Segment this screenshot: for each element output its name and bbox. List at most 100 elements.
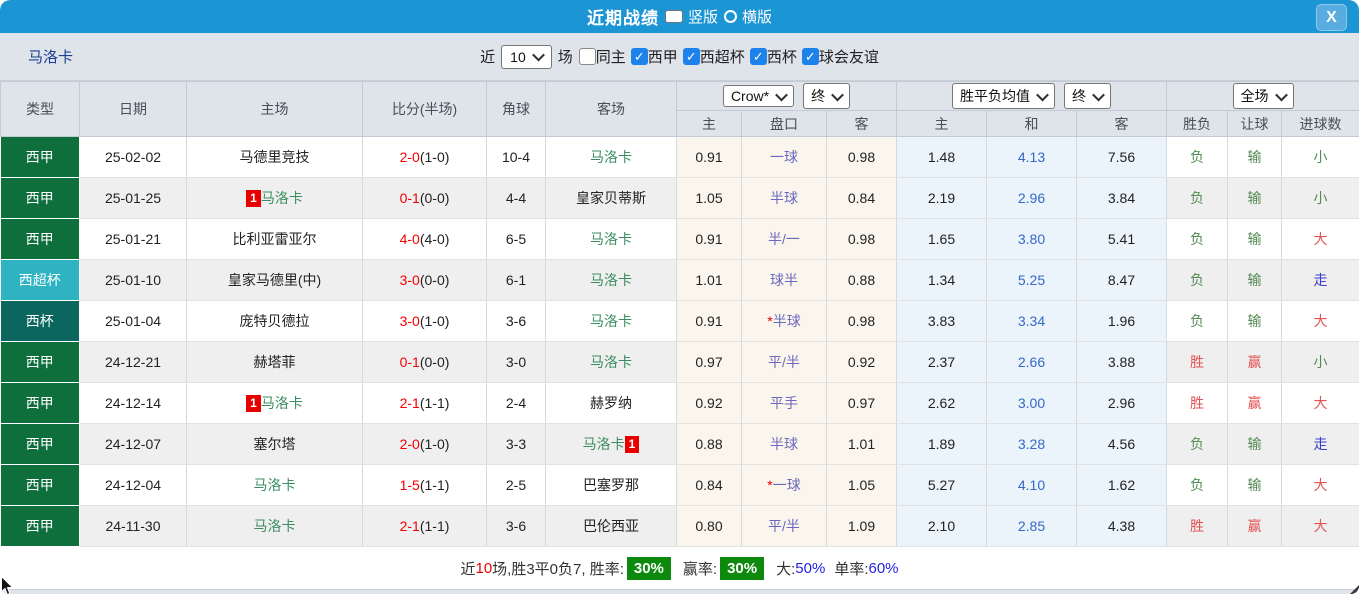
sub-col-result: 胜负 xyxy=(1166,110,1228,137)
checkbox-checked-icon[interactable]: ✓ xyxy=(801,48,819,65)
red-card-badge: 1 xyxy=(624,436,640,453)
avg-type-select[interactable]: 胜平负均值 xyxy=(952,83,1055,109)
handicap-value: 平/半 xyxy=(768,354,800,370)
filter-label: 西杯 xyxy=(766,49,797,66)
odds-home-cell: 0.80 xyxy=(676,505,742,547)
score-cell: 2-1(1-1) xyxy=(362,505,487,547)
handicap-cell: 平/半 xyxy=(741,505,827,547)
avg-home-cell: 1.34 xyxy=(896,259,987,301)
team-name: 庞特贝德拉 xyxy=(239,313,310,329)
result-row: 西超杯 25-01-10 皇家马德里(中) 3-0(0-0) 6-1 马洛卡 1.01 球半 0… xyxy=(0,259,1359,301)
result-row: 西甲 24-11-30 马洛卡 2-1(1-1) 3-6 巴伦西亚 0.80 平/半 1.09 2… xyxy=(0,505,1359,547)
handicap-cell: 半球 xyxy=(741,177,827,219)
scope-select[interactable]: 全场 xyxy=(1232,83,1294,109)
filter-西杯[interactable]: ✓ 西杯 xyxy=(749,46,797,67)
avg-type-value: 胜平负均值 xyxy=(960,88,1030,104)
corners-cell: 6-5 xyxy=(486,218,546,260)
resize-grip-icon[interactable] xyxy=(1348,585,1359,594)
home-team-cell: 1 马洛卡 xyxy=(186,177,363,219)
recent-count-value: 10 xyxy=(510,48,526,65)
filter-label: 西甲 xyxy=(647,49,678,66)
checkbox-unchecked-icon[interactable] xyxy=(578,48,596,65)
half-time-score: (1-0) xyxy=(419,436,450,452)
result-cell: 负 xyxy=(1166,464,1228,506)
date-cell: 24-12-21 xyxy=(79,341,187,383)
checkbox-checked-icon[interactable]: ✓ xyxy=(630,48,648,65)
filter-同主[interactable]: 同主 xyxy=(578,46,626,67)
date-cell: 24-12-04 xyxy=(79,464,187,506)
odds-home-cell: 1.01 xyxy=(676,259,742,301)
filter-西甲[interactable]: ✓ 西甲 xyxy=(630,46,678,67)
goals-result-cell: 大 xyxy=(1281,382,1359,424)
summary-bar: 近 10 场,胜3平0负7, 胜率: 30% 赢率: 30% 大: 50% 单率: 60… xyxy=(0,547,1359,589)
col-score: 比分(半场) xyxy=(362,81,487,137)
goals-result-cell: 小 xyxy=(1281,177,1359,219)
goals-result-cell: 大 xyxy=(1281,300,1359,342)
handicap-result-cell: 输 xyxy=(1227,177,1282,219)
avg-draw-cell: 2.96 xyxy=(986,177,1077,219)
view-option-vertical[interactable]: 竖版 xyxy=(664,6,718,27)
close-button[interactable]: X xyxy=(1316,4,1347,31)
team-name: 马洛卡 xyxy=(260,190,303,206)
date-cell: 25-01-21 xyxy=(79,218,187,260)
col-away: 客场 xyxy=(545,81,677,137)
chevron-down-icon xyxy=(1092,88,1105,101)
view-option-horizontal[interactable]: 横版 xyxy=(724,6,772,27)
odds-time-select[interactable]: 终 xyxy=(803,83,851,109)
goals-result-cell: 走 xyxy=(1281,259,1359,301)
radio-unselected-icon[interactable] xyxy=(724,10,737,23)
single-rate: 60% xyxy=(868,559,899,577)
avg-home-cell: 1.89 xyxy=(896,423,987,465)
odds-company-select[interactable]: Crow* xyxy=(722,85,795,107)
full-time-score: 2-0 xyxy=(399,436,420,452)
handicap-cell: 平/半 xyxy=(741,341,827,383)
team-name: 马洛卡 xyxy=(590,149,632,165)
filter-西超杯[interactable]: ✓ 西超杯 xyxy=(682,46,745,67)
goals-result-cell: 大 xyxy=(1281,464,1359,506)
home-team-cell: 塞尔塔 xyxy=(186,423,363,465)
red-card-badge: 1 xyxy=(246,395,261,412)
handicap-value: 平手 xyxy=(770,395,798,411)
away-team-cell: 皇家贝蒂斯 xyxy=(545,177,677,219)
recent-count-select[interactable]: 10 xyxy=(501,44,552,69)
checkbox-checked-icon[interactable]: ✓ xyxy=(682,48,700,65)
avg-home-cell: 2.37 xyxy=(896,341,987,383)
filter-label: 西超杯 xyxy=(699,49,745,66)
avg-away-cell: 3.88 xyxy=(1076,341,1167,383)
single-label: 单率: xyxy=(834,560,869,578)
avg-group-header: 胜平负均值 终 xyxy=(896,81,1167,111)
away-team-cell: 赫罗纳 xyxy=(545,382,677,424)
team-title: 马洛卡 xyxy=(28,49,74,66)
home-team-cell: 1 马洛卡 xyxy=(186,382,363,424)
checkbox-checked-icon[interactable]: ✓ xyxy=(749,48,767,65)
matches-label: 场 xyxy=(557,49,573,66)
sub-col-avg-away: 客 xyxy=(1076,110,1167,137)
avg-time-select[interactable]: 终 xyxy=(1064,83,1111,109)
odds-away-cell: 0.97 xyxy=(826,382,897,424)
league-type-cell: 西甲 xyxy=(0,382,80,424)
date-cell: 24-12-14 xyxy=(79,382,187,424)
popup-title: 近期战绩 xyxy=(586,9,659,28)
filter-球会友谊[interactable]: ✓ 球会友谊 xyxy=(801,46,879,67)
home-team-cell: 马洛卡 xyxy=(186,464,363,506)
odds-home-cell: 0.88 xyxy=(676,423,742,465)
handicap-result-cell: 赢 xyxy=(1227,382,1282,424)
home-team-cell: 马德里竞技 xyxy=(186,136,363,178)
score-cell: 2-0(1-0) xyxy=(362,136,487,178)
odds-home-cell: 0.91 xyxy=(676,218,742,260)
score-cell: 0-1(0-0) xyxy=(362,177,487,219)
away-team-cell: 马洛卡 xyxy=(545,300,677,342)
corners-cell: 2-5 xyxy=(486,464,546,506)
odds-away-cell: 1.05 xyxy=(826,464,897,506)
sub-col-avg-home: 主 xyxy=(896,110,987,137)
corners-cell: 3-3 xyxy=(486,423,546,465)
avg-draw-cell: 4.13 xyxy=(986,136,1077,178)
win-odds-label: 赢率: xyxy=(682,560,718,578)
radio-selected-icon[interactable] xyxy=(664,10,683,23)
handicap-value: 半/一 xyxy=(768,231,800,247)
odds-home-cell: 1.05 xyxy=(676,177,742,219)
result-cell: 负 xyxy=(1166,300,1228,342)
bottom-strip xyxy=(0,585,1359,594)
team-name: 比利亚雷亚尔 xyxy=(232,231,317,247)
score-cell: 2-0(1-0) xyxy=(362,423,487,465)
